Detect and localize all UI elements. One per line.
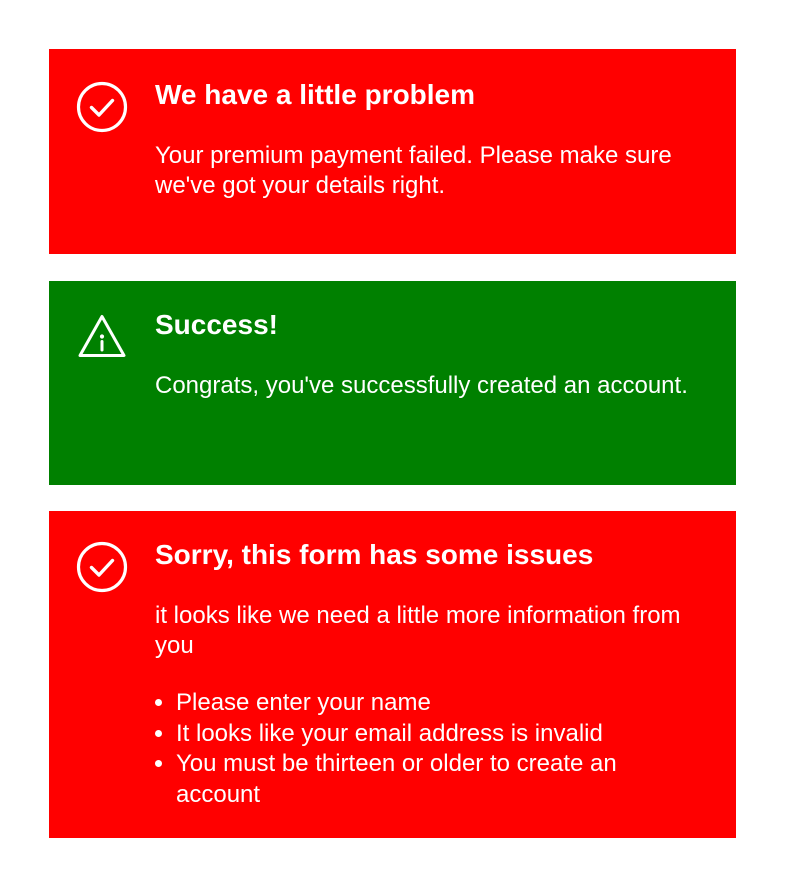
warning-triangle-icon: [75, 309, 129, 363]
list-item: You must be thirteen or older to create …: [176, 749, 696, 810]
alert-message: Your premium payment failed. Please make…: [155, 142, 672, 199]
check-circle-icon: [75, 80, 129, 134]
error-alert-payment: We have a little problem Your premium pa…: [49, 49, 736, 254]
alert-title: Success!: [155, 309, 278, 340]
issues-list: Please enter your name It looks like you…: [155, 688, 696, 810]
success-alert-account: Success! Congrats, you've successfully c…: [49, 281, 736, 485]
alert-title: We have a little problem: [155, 79, 476, 110]
alert-message: Congrats, you've successfully created an…: [155, 372, 688, 399]
alert-title: Sorry, this form has some issues: [155, 539, 594, 570]
list-item: Please enter your name: [176, 688, 696, 719]
check-circle-icon: [75, 540, 129, 594]
alert-message: it looks like we need a little more info…: [155, 602, 681, 659]
list-item: It looks like your email address is inva…: [176, 719, 696, 750]
error-alert-form-issues: Sorry, this form has some issues it look…: [49, 511, 736, 838]
